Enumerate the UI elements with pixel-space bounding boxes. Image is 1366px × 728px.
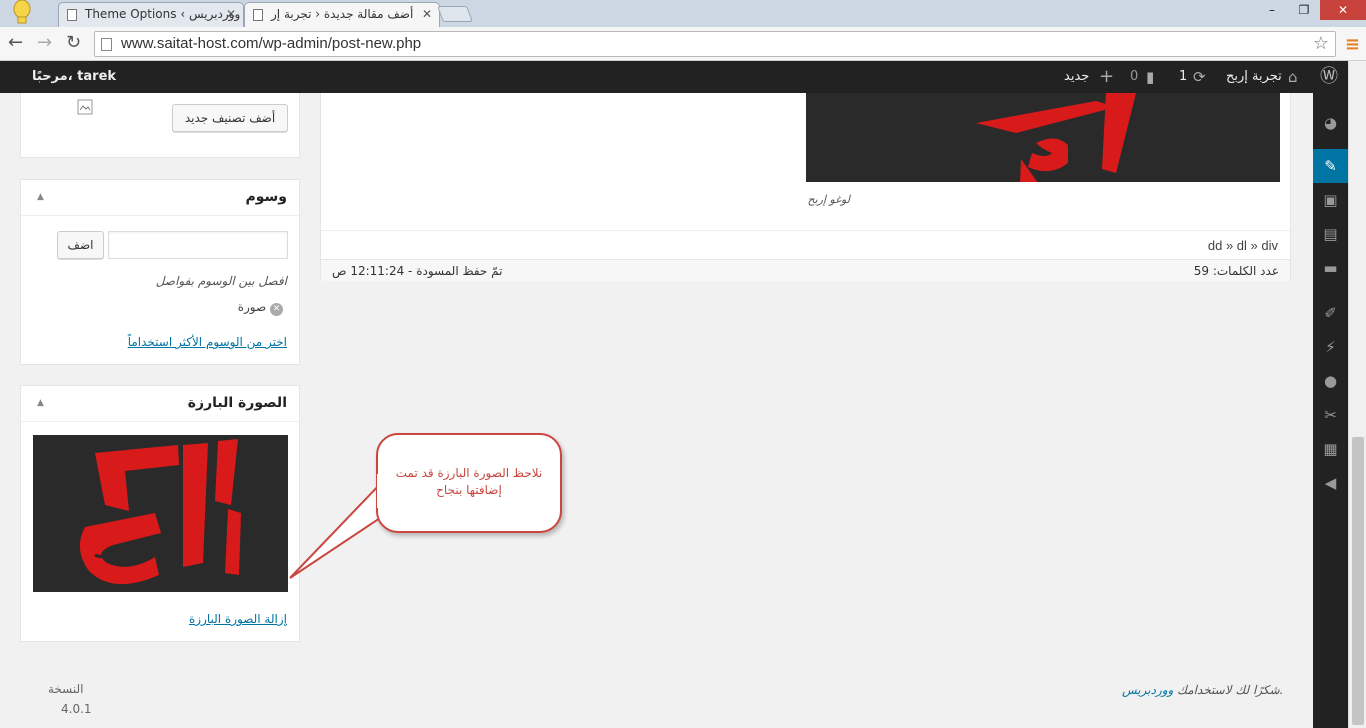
posts-icon[interactable]: ✎ xyxy=(1313,149,1348,183)
tab-theme-options[interactable]: Theme Options ‹ ووردبريس ✕ xyxy=(58,2,244,27)
footer-thanks-suffix: . xyxy=(1279,683,1284,697)
updates-icon[interactable]: ⟳ xyxy=(1193,61,1206,93)
featured-image-box: الصورة البارزة ▲ إزالة الصورة البارزة xyxy=(20,385,300,642)
bookmark-star-icon[interactable]: ☆ xyxy=(1313,33,1329,54)
tab-label: Theme Options ‹ ووردبريس xyxy=(85,7,241,21)
wp-admin-bar: مرحبًا، tarek Ⓦ ⌂ تجربة إربح ⟳ 1 ▮ 0 + ج… xyxy=(0,61,1356,93)
annotation-callout: نلاحظ الصورة البارزة قد تمت إضافتها بنجا… xyxy=(376,433,562,533)
updates-count[interactable]: 1 xyxy=(1179,61,1187,93)
add-tag-button[interactable]: اضف xyxy=(57,231,104,259)
new-tab-button[interactable] xyxy=(437,6,473,22)
wp-admin-menu: ◕ ✎ ▣ ▤ ▬ ✐ ⚡ ● ✂ ▦ ◀ xyxy=(1313,93,1348,728)
draft-saved-status: تمّ حفظ المسودة - 12:11:24 ص xyxy=(332,264,503,278)
tags-box-header[interactable]: وسوم ▲ xyxy=(21,180,299,216)
plus-icon[interactable]: + xyxy=(1099,61,1114,93)
chrome-user-avatar-icon[interactable] xyxy=(12,0,32,24)
scrollbar-thumb[interactable] xyxy=(1352,437,1364,725)
close-window-button[interactable]: ✕ xyxy=(1320,0,1366,20)
page-icon xyxy=(67,9,77,21)
settings-icon[interactable]: ▦ xyxy=(1313,432,1348,466)
page-icon xyxy=(101,38,112,51)
footer-thanks: شكرًا لك لاستخدامك ووردبريس. xyxy=(1122,683,1283,697)
dashboard-icon[interactable]: ◕ xyxy=(1313,106,1348,140)
add-new-category-button[interactable]: أضف تصنيف جديد xyxy=(172,104,288,132)
tag-item: صورة ✕ xyxy=(238,300,287,316)
callout-pointer-mask xyxy=(377,474,390,508)
page-scrollbar[interactable] xyxy=(1348,61,1366,728)
collapse-arrow-icon[interactable]: ▲ xyxy=(37,192,44,202)
tab-label: أضف مقالة جديدة ‹ تجربة إر xyxy=(271,7,414,21)
page-icon xyxy=(253,9,263,21)
close-icon[interactable]: ✕ xyxy=(226,7,236,21)
tools-icon[interactable]: ✂ xyxy=(1313,398,1348,432)
collapse-arrow-icon[interactable]: ▲ xyxy=(37,398,44,408)
post-editor: لوغو إربح dd » dl » div عدد الكلمات: 59 … xyxy=(320,93,1291,281)
home-icon: ⌂ xyxy=(1288,68,1298,86)
most-used-tags-link[interactable]: اختر من الوسوم الأكثر استخداماً xyxy=(128,335,287,349)
element-path[interactable]: dd » dl » div xyxy=(1208,238,1278,253)
address-bar[interactable]: www.saitat-host.com/wp-admin/post-new.ph… xyxy=(94,31,1336,57)
plugins-icon[interactable]: ⚡ xyxy=(1313,330,1348,364)
editor-status-bar: عدد الكلمات: 59 تمّ حفظ المسودة - 12:11:… xyxy=(321,259,1290,281)
featured-image-thumbnail[interactable] xyxy=(33,435,288,592)
maximize-button[interactable]: ❐ xyxy=(1288,0,1320,20)
comments-icon[interactable]: ▮ xyxy=(1146,61,1154,93)
close-icon[interactable]: ✕ xyxy=(422,7,432,21)
comments-count[interactable]: 0 xyxy=(1130,61,1138,93)
version-number: 4.0.1 xyxy=(61,702,92,716)
url-text[interactable]: www.saitat-host.com/wp-admin/post-new.ph… xyxy=(121,35,421,52)
categories-box: أضف تصنيف جديد xyxy=(20,93,300,158)
callout-text: نلاحظ الصورة البارزة قد تمت إضافتها بنجا… xyxy=(395,466,543,497)
reload-icon[interactable]: ↻ xyxy=(66,33,81,53)
image-caption: لوغو إربح xyxy=(807,193,851,206)
footer-thanks-text: شكرًا لك لاستخدامك xyxy=(1173,683,1280,697)
media-icon[interactable]: ▣ xyxy=(1313,183,1348,217)
window-controls: – ❐ ✕ xyxy=(1256,0,1366,22)
new-content-link[interactable]: جديد xyxy=(1064,61,1089,93)
browser-tab-strip: Theme Options ‹ ووردبريس ✕ أضف مقالة جدي… xyxy=(0,0,1366,27)
tag-label: صورة xyxy=(237,300,267,314)
browser-toolbar: ← → ↻ www.saitat-host.com/wp-admin/post-… xyxy=(0,27,1366,61)
back-arrow-icon[interactable]: ← xyxy=(8,33,23,53)
pages-icon[interactable]: ▤ xyxy=(1313,217,1348,251)
wordpress-link[interactable]: ووردبريس xyxy=(1122,683,1173,697)
browser-menu-icon[interactable]: ≡ xyxy=(1345,34,1360,55)
tag-input[interactable] xyxy=(108,231,288,259)
appearance-icon[interactable]: ✐ xyxy=(1313,296,1348,330)
tags-box: وسوم ▲ اضف افصل بين الوسوم بفواصل صورة ✕… xyxy=(20,179,300,365)
remove-tag-icon[interactable]: ✕ xyxy=(270,303,283,316)
minimize-button[interactable]: – xyxy=(1256,0,1288,20)
tab-add-new-post[interactable]: أضف مقالة جديدة ‹ تجربة إر ✕ xyxy=(244,2,440,27)
tags-hint: افصل بين الوسوم بفواصل xyxy=(155,274,287,288)
featured-image-box-header[interactable]: الصورة البارزة ▲ xyxy=(21,386,299,422)
wordpress-logo-icon[interactable]: Ⓦ xyxy=(1320,61,1338,93)
remove-featured-image-link[interactable]: إزالة الصورة البارزة xyxy=(189,612,287,626)
users-icon[interactable]: ● xyxy=(1313,364,1348,398)
tags-box-title: وسوم xyxy=(245,189,287,205)
version-label: النسخة xyxy=(48,682,84,696)
collapse-menu-icon[interactable]: ◀ xyxy=(1313,466,1348,500)
featured-image-box-title: الصورة البارزة xyxy=(187,395,287,411)
editor-path-bar: dd » dl » div xyxy=(321,230,1290,260)
word-count: عدد الكلمات: 59 xyxy=(1193,264,1279,278)
broken-image-icon xyxy=(77,99,93,115)
site-name-link[interactable]: تجربة إربح xyxy=(1226,61,1282,93)
account-greeting[interactable]: مرحبًا، tarek xyxy=(32,61,116,93)
forward-arrow-icon[interactable]: → xyxy=(37,33,52,53)
comments-icon[interactable]: ▬ xyxy=(1313,251,1348,285)
post-content-image[interactable] xyxy=(806,93,1280,182)
